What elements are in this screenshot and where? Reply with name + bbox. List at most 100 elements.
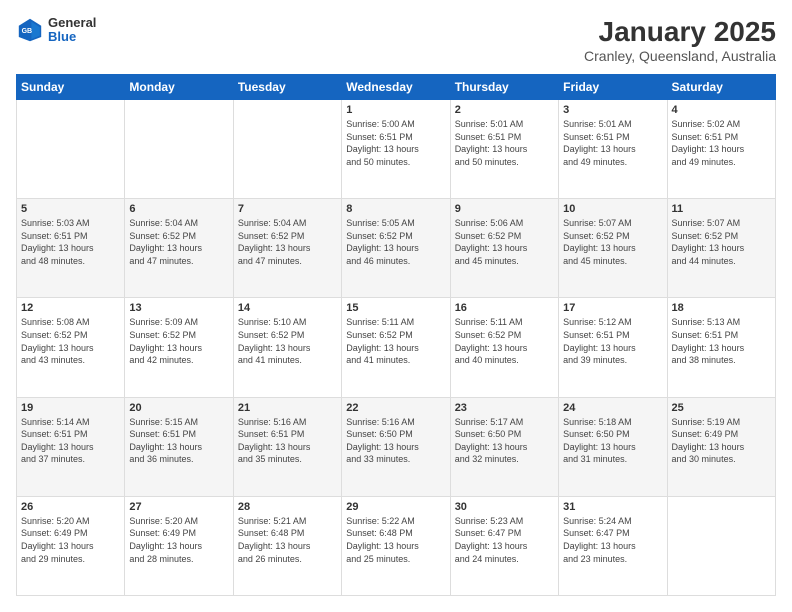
day-info: Sunrise: 5:15 AM Sunset: 6:51 PM Dayligh… bbox=[129, 416, 228, 466]
calendar-cell bbox=[667, 496, 775, 595]
day-info: Sunrise: 5:23 AM Sunset: 6:47 PM Dayligh… bbox=[455, 515, 554, 565]
calendar-cell: 16 Sunrise: 5:11 AM Sunset: 6:52 PM Dayli… bbox=[450, 298, 558, 397]
day-info: Sunrise: 5:18 AM Sunset: 6:50 PM Dayligh… bbox=[563, 416, 662, 466]
day-number: 28 bbox=[238, 501, 337, 513]
day-info: Sunrise: 5:02 AM Sunset: 6:51 PM Dayligh… bbox=[672, 118, 771, 168]
calendar-cell: 27 Sunrise: 5:20 AM Sunset: 6:49 PM Dayli… bbox=[125, 496, 233, 595]
calendar-cell: 17 Sunrise: 5:12 AM Sunset: 6:51 PM Dayli… bbox=[559, 298, 667, 397]
day-number: 23 bbox=[455, 402, 554, 414]
day-number: 17 bbox=[563, 302, 662, 314]
calendar-cell: 31Sunrise: 5:24 AM Sunset: 6:47 PM Dayli… bbox=[559, 496, 667, 595]
day-number: 21 bbox=[238, 402, 337, 414]
day-number: 2 bbox=[455, 104, 554, 116]
logo-blue-text: Blue bbox=[48, 30, 96, 44]
calendar-cell: 26 Sunrise: 5:20 AM Sunset: 6:49 PM Dayli… bbox=[17, 496, 125, 595]
day-number: 6 bbox=[129, 203, 228, 215]
calendar-cell: 29Sunrise: 5:22 AM Sunset: 6:48 PM Dayli… bbox=[342, 496, 450, 595]
day-number: 14 bbox=[238, 302, 337, 314]
day-number: 4 bbox=[672, 104, 771, 116]
title-block: January 2025 Cranley, Queensland, Austra… bbox=[584, 16, 776, 64]
calendar-cell: 12Sunrise: 5:08 AM Sunset: 6:52 PM Dayli… bbox=[17, 298, 125, 397]
day-info: Sunrise: 5:11 AM Sunset: 6:52 PM Dayligh… bbox=[455, 316, 554, 366]
day-number: 16 bbox=[455, 302, 554, 314]
day-info: Sunrise: 5:01 AM Sunset: 6:51 PM Dayligh… bbox=[563, 118, 662, 168]
calendar-cell: 2 Sunrise: 5:01 AM Sunset: 6:51 PM Daylig… bbox=[450, 100, 558, 199]
calendar-cell: 14 Sunrise: 5:10 AM Sunset: 6:52 PM Dayli… bbox=[233, 298, 341, 397]
day-info: Sunrise: 5:14 AM Sunset: 6:51 PM Dayligh… bbox=[21, 416, 120, 466]
calendar-cell bbox=[233, 100, 341, 199]
day-info: Sunrise: 5:20 AM Sunset: 6:49 PM Dayligh… bbox=[21, 515, 120, 565]
day-number: 30 bbox=[455, 501, 554, 513]
day-info: Sunrise: 5:00 AM Sunset: 6:51 PM Dayligh… bbox=[346, 118, 445, 168]
calendar-cell: 8 Sunrise: 5:05 AM Sunset: 6:52 PM Daylig… bbox=[342, 199, 450, 298]
calendar-cell: 21 Sunrise: 5:16 AM Sunset: 6:51 PM Dayli… bbox=[233, 397, 341, 496]
day-info: Sunrise: 5:11 AM Sunset: 6:52 PM Dayligh… bbox=[346, 316, 445, 366]
calendar-cell: 18 Sunrise: 5:13 AM Sunset: 6:51 PM Dayli… bbox=[667, 298, 775, 397]
calendar-cell: 4 Sunrise: 5:02 AM Sunset: 6:51 PM Daylig… bbox=[667, 100, 775, 199]
logo: GB General Blue bbox=[16, 16, 96, 45]
day-number: 19 bbox=[21, 402, 120, 414]
day-info: Sunrise: 5:21 AM Sunset: 6:48 PM Dayligh… bbox=[238, 515, 337, 565]
day-number: 1 bbox=[346, 104, 445, 116]
day-header-tuesday: Tuesday bbox=[233, 75, 341, 100]
day-number: 22 bbox=[346, 402, 445, 414]
calendar-cell: 30 Sunrise: 5:23 AM Sunset: 6:47 PM Dayli… bbox=[450, 496, 558, 595]
day-number: 13 bbox=[129, 302, 228, 314]
day-info: Sunrise: 5:06 AM Sunset: 6:52 PM Dayligh… bbox=[455, 217, 554, 267]
day-header-saturday: Saturday bbox=[667, 75, 775, 100]
day-number: 7 bbox=[238, 203, 337, 215]
day-header-monday: Monday bbox=[125, 75, 233, 100]
calendar-cell: 7Sunrise: 5:04 AM Sunset: 6:52 PM Daylig… bbox=[233, 199, 341, 298]
calendar-table: SundayMondayTuesdayWednesdayThursdayFrid… bbox=[16, 74, 776, 596]
logo-general: General bbox=[48, 16, 96, 30]
calendar-cell: 9 Sunrise: 5:06 AM Sunset: 6:52 PM Daylig… bbox=[450, 199, 558, 298]
day-number: 5 bbox=[21, 203, 120, 215]
logo-text: General Blue bbox=[48, 16, 96, 45]
day-number: 15 bbox=[346, 302, 445, 314]
day-info: Sunrise: 5:08 AM Sunset: 6:52 PM Dayligh… bbox=[21, 316, 120, 366]
calendar-cell: 23 Sunrise: 5:17 AM Sunset: 6:50 PM Dayli… bbox=[450, 397, 558, 496]
day-info: Sunrise: 5:16 AM Sunset: 6:50 PM Dayligh… bbox=[346, 416, 445, 466]
day-number: 9 bbox=[455, 203, 554, 215]
day-header-sunday: Sunday bbox=[17, 75, 125, 100]
day-header-thursday: Thursday bbox=[450, 75, 558, 100]
calendar-cell: 19 Sunrise: 5:14 AM Sunset: 6:51 PM Dayli… bbox=[17, 397, 125, 496]
day-number: 3 bbox=[563, 104, 662, 116]
day-info: Sunrise: 5:12 AM Sunset: 6:51 PM Dayligh… bbox=[563, 316, 662, 366]
day-number: 26 bbox=[21, 501, 120, 513]
calendar-cell: 6 Sunrise: 5:04 AM Sunset: 6:52 PM Daylig… bbox=[125, 199, 233, 298]
day-header-wednesday: Wednesday bbox=[342, 75, 450, 100]
calendar-cell: 1 Sunrise: 5:00 AM Sunset: 6:51 PM Daylig… bbox=[342, 100, 450, 199]
day-info: Sunrise: 5:05 AM Sunset: 6:52 PM Dayligh… bbox=[346, 217, 445, 267]
day-number: 25 bbox=[672, 402, 771, 414]
day-info: Sunrise: 5:13 AM Sunset: 6:51 PM Dayligh… bbox=[672, 316, 771, 366]
day-info: Sunrise: 5:17 AM Sunset: 6:50 PM Dayligh… bbox=[455, 416, 554, 466]
calendar-cell: 13 Sunrise: 5:09 AM Sunset: 6:52 PM Dayli… bbox=[125, 298, 233, 397]
calendar-cell: 25 Sunrise: 5:19 AM Sunset: 6:49 PM Dayli… bbox=[667, 397, 775, 496]
day-number: 8 bbox=[346, 203, 445, 215]
day-number: 20 bbox=[129, 402, 228, 414]
day-info: Sunrise: 5:04 AM Sunset: 6:52 PM Dayligh… bbox=[129, 217, 228, 267]
svg-text:GB: GB bbox=[22, 28, 32, 35]
day-number: 24 bbox=[563, 402, 662, 414]
calendar-cell: 5 Sunrise: 5:03 AM Sunset: 6:51 PM Daylig… bbox=[17, 199, 125, 298]
day-info: Sunrise: 5:09 AM Sunset: 6:52 PM Dayligh… bbox=[129, 316, 228, 366]
page: GB General Blue January 2025 Cranley, Qu… bbox=[0, 0, 792, 612]
day-info: Sunrise: 5:20 AM Sunset: 6:49 PM Dayligh… bbox=[129, 515, 228, 565]
day-info: Sunrise: 5:03 AM Sunset: 6:51 PM Dayligh… bbox=[21, 217, 120, 267]
day-header-friday: Friday bbox=[559, 75, 667, 100]
day-number: 18 bbox=[672, 302, 771, 314]
day-info: Sunrise: 5:07 AM Sunset: 6:52 PM Dayligh… bbox=[563, 217, 662, 267]
day-info: Sunrise: 5:16 AM Sunset: 6:51 PM Dayligh… bbox=[238, 416, 337, 466]
header: GB General Blue January 2025 Cranley, Qu… bbox=[16, 16, 776, 64]
calendar-cell: 11Sunrise: 5:07 AM Sunset: 6:52 PM Dayli… bbox=[667, 199, 775, 298]
calendar-cell: 10Sunrise: 5:07 AM Sunset: 6:52 PM Dayli… bbox=[559, 199, 667, 298]
calendar-cell: 22 Sunrise: 5:16 AM Sunset: 6:50 PM Dayli… bbox=[342, 397, 450, 496]
day-info: Sunrise: 5:10 AM Sunset: 6:52 PM Dayligh… bbox=[238, 316, 337, 366]
logo-icon: GB bbox=[16, 16, 44, 44]
day-info: Sunrise: 5:01 AM Sunset: 6:51 PM Dayligh… bbox=[455, 118, 554, 168]
day-info: Sunrise: 5:19 AM Sunset: 6:49 PM Dayligh… bbox=[672, 416, 771, 466]
calendar-cell bbox=[17, 100, 125, 199]
day-number: 27 bbox=[129, 501, 228, 513]
calendar-cell: 15 Sunrise: 5:11 AM Sunset: 6:52 PM Dayli… bbox=[342, 298, 450, 397]
